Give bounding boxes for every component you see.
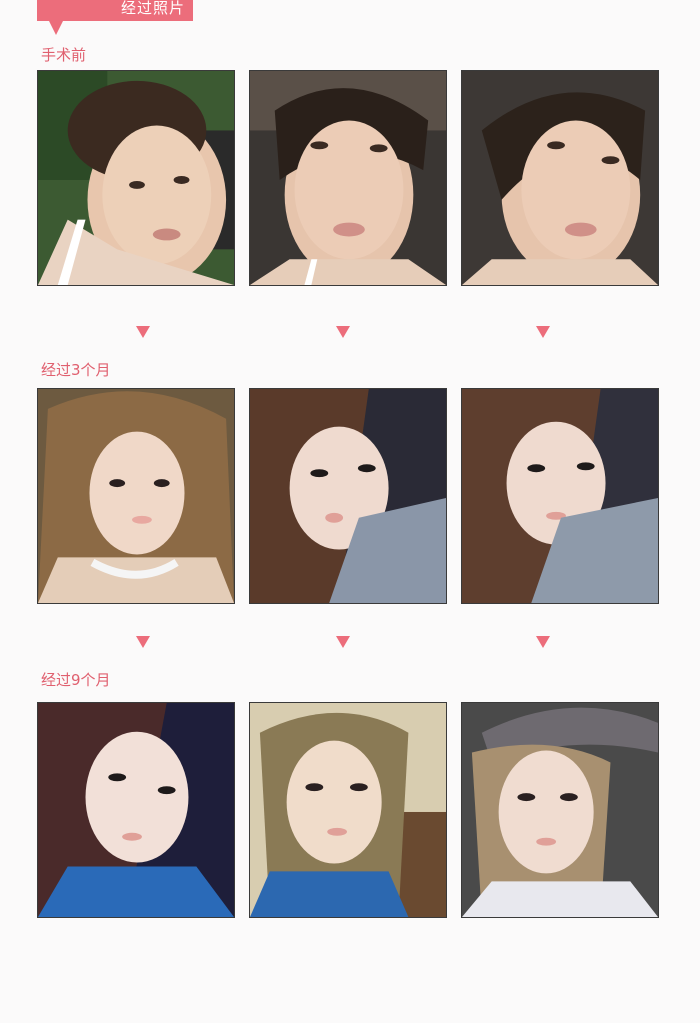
arrow-down-icon: [136, 636, 150, 648]
photo-before-2: [249, 70, 447, 286]
photo-month3-1: [37, 388, 235, 604]
header-title: 经过照片: [120, 0, 185, 17]
arrow-down-icon: [536, 326, 550, 338]
photo-month9-2: [249, 702, 447, 918]
section-label-3-months: 经过3个月: [41, 361, 111, 379]
arrow-down-icon: [536, 636, 550, 648]
photo-month9-3: [461, 702, 659, 918]
section-label-9-months: 经过9个月: [41, 671, 111, 689]
arrow-down-icon: [336, 326, 350, 338]
photo-month9-1: [37, 702, 235, 918]
photo-month3-3: [461, 388, 659, 604]
header-tab: 经过照片: [37, 0, 193, 35]
section-label-before: 手术前: [41, 46, 87, 64]
photo-before-1: [37, 70, 235, 286]
arrow-down-icon: [336, 636, 350, 648]
arrow-down-icon: [136, 326, 150, 338]
photo-before-3: [461, 70, 659, 286]
photo-month3-2: [249, 388, 447, 604]
header-pointer-icon: [49, 21, 63, 35]
